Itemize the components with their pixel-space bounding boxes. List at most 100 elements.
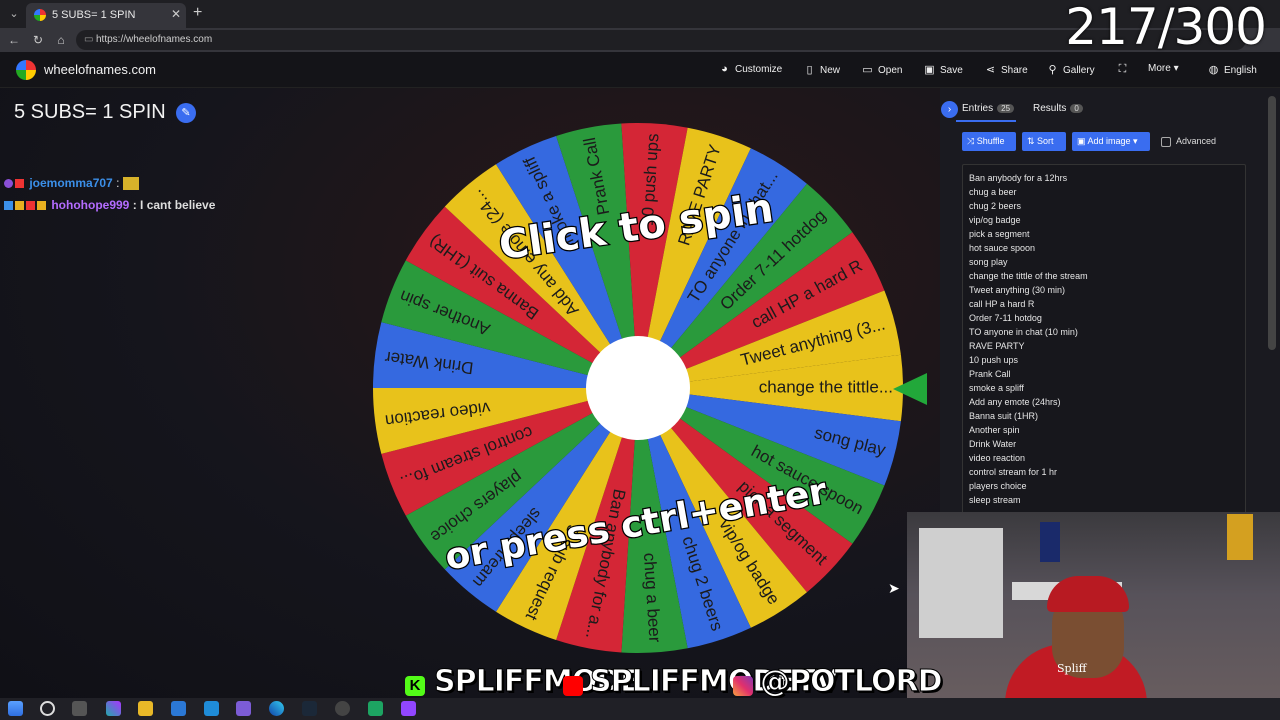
entry-line: players choice [969,481,1027,491]
spin-wheel[interactable]: change the tittle...song playhot sauce s… [368,118,908,658]
obs-icon[interactable] [335,701,350,716]
page-title: 5 SUBS= 1 SPIN [14,101,166,123]
save-button[interactable]: ▣ Save [923,63,963,76]
twitch-icon[interactable] [401,701,416,716]
tab-results-label: Results [1033,103,1067,114]
home-icon[interactable]: ⌂ [53,32,69,48]
tab-entries[interactable]: Entries 25 [962,103,1015,114]
collapse-panel-icon[interactable]: › [941,101,958,118]
webcam-window [919,528,1003,638]
chat-text: : I cant believe [132,198,216,212]
task-view-icon[interactable] [72,701,87,716]
new-label: New [820,65,841,76]
site-name[interactable]: wheelofnames.com [44,62,156,77]
entry-line: Add any emote (24hrs) [969,397,1061,407]
file-explorer-icon[interactable] [138,701,153,716]
entry-line: call HP a hard R [969,299,1035,309]
entry-line: vip/og badge [969,215,1021,225]
share-label: Share [1001,65,1028,76]
share-icon: ⋖ [985,64,996,76]
site-info-icon[interactable]: ▭ [84,34,94,45]
language-label: English [1224,65,1257,76]
customize-label: Customize [735,64,783,75]
chat-message: hohohope999 : I cant believe [4,198,215,212]
results-count: 0 [1070,104,1083,113]
webcam-banner [1040,522,1060,562]
chat-badge-icon [15,179,24,189]
new-tab-icon[interactable]: + [193,4,202,22]
app-icon[interactable] [236,701,251,716]
more-button[interactable]: More ▾ [1148,63,1179,74]
outlook-icon[interactable] [171,701,186,716]
tab-entries-label: Entries [962,103,994,114]
entry-line: song play [969,257,1008,267]
shirt-text: Spliff [1057,662,1087,675]
tab-title: 5 SUBS= 1 SPIN [52,9,136,21]
active-tab-indicator [956,120,1016,122]
image-icon: ▣ [1077,136,1088,146]
entry-line: chug 2 beers [969,201,1022,211]
entries-textarea[interactable]: Ban anybody for a 12hrs chug a beer chug 2… [962,164,1246,516]
emote-icon [122,177,139,191]
pencil-icon: ✎ [181,107,191,119]
page-scrollbar[interactable] [1268,96,1276,350]
open-label: Open [878,65,903,76]
entry-line: TO anyone in chat (10 min) [969,327,1078,337]
shuffle-label: Shuffle [976,136,1005,146]
language-button[interactable]: ◍ English [1207,63,1257,76]
new-button[interactable]: ▯ New [803,63,840,76]
gallery-label: Gallery [1063,65,1095,76]
close-tab-icon[interactable]: ✕ [171,7,181,21]
entry-line: Another spin [969,425,1020,435]
start-icon[interactable] [8,701,23,716]
advanced-checkbox[interactable] [1161,137,1171,147]
mouse-cursor-icon: ➤ [888,580,900,596]
youtube-icon [563,676,583,696]
tab-results[interactable]: Results 0 [1033,103,1083,114]
chat-badge-icon [37,201,46,211]
app2-icon[interactable] [368,701,383,716]
palette-icon: ◕ [721,63,728,75]
entry-line: RAVE PARTY [969,341,1025,351]
more-label: More [1148,63,1171,74]
save-label: Save [940,65,963,76]
store-icon[interactable] [204,701,219,716]
sort-icon: ⇅ [1027,136,1038,146]
chat-badge-icon [26,201,35,211]
reload-icon[interactable]: ↻ [30,32,46,48]
search-icon[interactable] [40,701,55,716]
wheel-pointer [893,373,927,405]
back-icon[interactable]: ← [6,32,22,48]
steam-icon[interactable] [302,701,317,716]
file-icon: ▯ [806,64,813,76]
open-button[interactable]: ▭ Open [861,63,902,76]
wheel-segment-label: change the tittle... [759,377,893,396]
customize-button[interactable]: ◕ Customize [718,63,782,75]
entry-line: sleep stream [969,495,1021,505]
fullscreen-button[interactable]: ⛶ [1116,63,1133,76]
wheel-logo-icon[interactable] [16,60,36,80]
entry-line: hot sauce spoon [969,243,1036,253]
edit-title-button[interactable]: ✎ [176,103,196,123]
shuffle-icon: ⤨ [967,136,977,146]
instagram-icon [733,676,753,696]
tab-list-chevron-icon[interactable]: ⌄ [6,6,22,22]
caret-down-icon: ▾ [1173,63,1179,74]
entry-line: smoke a spliff [969,383,1024,393]
entries-count: 25 [997,104,1015,113]
add-image-button[interactable]: ▣ Add image ▾ [1072,132,1150,151]
copilot-icon[interactable] [106,701,121,716]
gallery-button[interactable]: ⚲ Gallery [1046,63,1095,76]
wheel-center[interactable] [586,336,690,440]
search-icon: ⚲ [1048,64,1057,76]
entry-line: change the tittle of the stream [969,271,1088,281]
edge-icon[interactable] [269,701,284,716]
save-icon: ▣ [924,64,935,76]
shuffle-button[interactable]: ⤨ Shuffle [962,132,1016,151]
browser-tab[interactable]: 5 SUBS= 1 SPIN ✕ [26,3,186,28]
add-image-label: Add image [1087,136,1131,146]
globe-icon: ◍ [1208,64,1219,76]
sort-button[interactable]: ⇅ Sort [1022,132,1066,151]
site-favicon-icon [34,9,46,21]
share-button[interactable]: ⋖ Share [984,63,1028,76]
